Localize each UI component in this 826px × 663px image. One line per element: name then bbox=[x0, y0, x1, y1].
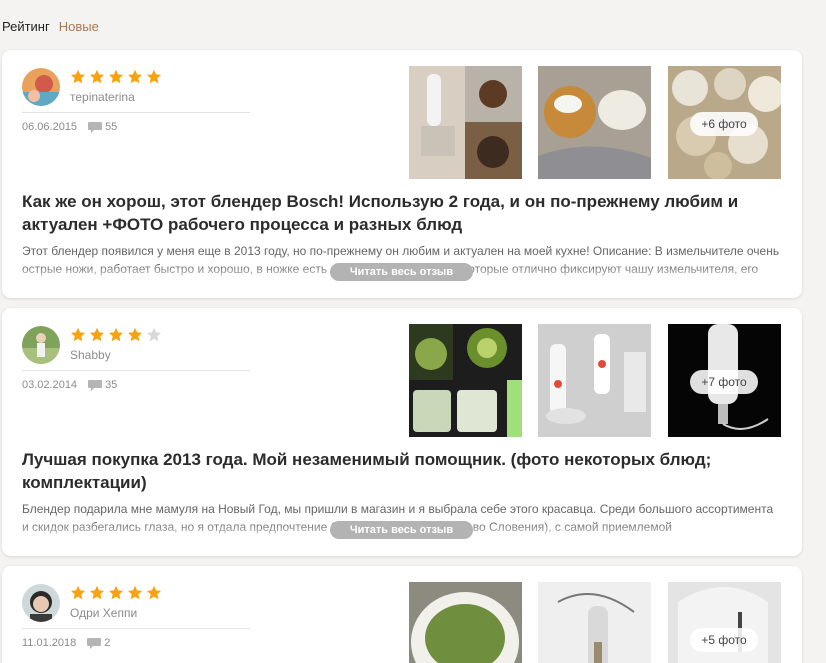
review-card: Shabby 03.02.2014 35 +7 фото Лучшая поку… bbox=[2, 308, 802, 556]
author-name[interactable]: Shabby bbox=[70, 348, 111, 362]
comment-icon bbox=[87, 637, 102, 649]
review-title[interactable]: Как же он хорош, этот блендер Bosch! Исп… bbox=[22, 190, 782, 236]
star-filled-icon bbox=[127, 327, 143, 342]
review-sort-tabs: Рейтинг Новые bbox=[2, 19, 99, 34]
rating-stars bbox=[70, 585, 162, 601]
review-photo[interactable] bbox=[409, 582, 522, 663]
avatar[interactable] bbox=[22, 68, 60, 106]
star-filled-icon bbox=[108, 585, 124, 600]
read-full-review-button[interactable]: Читать весь отзыв bbox=[330, 521, 473, 539]
review-meta: 06.06.2015 55 bbox=[22, 121, 117, 133]
star-filled-icon bbox=[70, 69, 86, 84]
star-filled-icon bbox=[146, 69, 162, 84]
review-card: Одри Хеппи 11.01.2018 2 +5 фото bbox=[2, 566, 802, 663]
comment-count[interactable]: 55 bbox=[105, 121, 117, 133]
star-empty-icon bbox=[146, 327, 162, 342]
review-photo[interactable] bbox=[409, 324, 522, 437]
comment-icon bbox=[88, 379, 103, 391]
comment-icon bbox=[88, 121, 103, 133]
more-photos-badge[interactable]: +5 фото bbox=[690, 628, 758, 652]
comment-count[interactable]: 35 bbox=[105, 379, 117, 391]
comment-count[interactable]: 2 bbox=[104, 637, 110, 649]
review-date: 06.06.2015 bbox=[22, 121, 78, 133]
divider bbox=[22, 628, 250, 629]
star-filled-icon bbox=[89, 327, 105, 342]
divider bbox=[22, 112, 250, 113]
star-filled-icon bbox=[146, 585, 162, 600]
review-date: 11.01.2018 bbox=[22, 637, 77, 649]
more-photos-badge[interactable]: +7 фото bbox=[690, 370, 758, 394]
tab-rating[interactable]: Рейтинг bbox=[2, 19, 50, 34]
review-title[interactable]: Лучшая покупка 2013 года. Мой незаменимы… bbox=[22, 448, 782, 494]
author-name[interactable]: терinaterina bbox=[70, 90, 135, 104]
star-filled-icon bbox=[70, 327, 86, 342]
review-photo[interactable]: +7 фото bbox=[668, 324, 781, 437]
review-photo[interactable]: +5 фото bbox=[668, 582, 781, 663]
star-filled-icon bbox=[89, 69, 105, 84]
review-meta: 03.02.2014 35 bbox=[22, 379, 117, 391]
divider bbox=[22, 370, 250, 371]
star-filled-icon bbox=[108, 69, 124, 84]
review-date: 03.02.2014 bbox=[22, 379, 78, 391]
review-photo[interactable]: +6 фото bbox=[668, 66, 781, 179]
review-photo[interactable] bbox=[538, 66, 651, 179]
author-name[interactable]: Одри Хеппи bbox=[70, 606, 137, 620]
review-photo[interactable] bbox=[538, 324, 651, 437]
review-card: терinaterina 06.06.2015 55 +6 фото Как ж… bbox=[2, 50, 802, 298]
avatar[interactable] bbox=[22, 584, 60, 622]
review-photo[interactable] bbox=[409, 66, 522, 179]
tab-new[interactable]: Новые bbox=[59, 19, 99, 34]
avatar[interactable] bbox=[22, 326, 60, 364]
review-meta: 11.01.2018 2 bbox=[22, 637, 110, 649]
more-photos-badge[interactable]: +6 фото bbox=[690, 112, 758, 136]
rating-stars bbox=[70, 69, 162, 85]
star-filled-icon bbox=[127, 585, 143, 600]
rating-stars bbox=[70, 327, 162, 343]
read-full-review-button[interactable]: Читать весь отзыв bbox=[330, 263, 473, 281]
star-filled-icon bbox=[108, 327, 124, 342]
star-filled-icon bbox=[89, 585, 105, 600]
star-filled-icon bbox=[70, 585, 86, 600]
star-filled-icon bbox=[127, 69, 143, 84]
review-photo[interactable] bbox=[538, 582, 651, 663]
